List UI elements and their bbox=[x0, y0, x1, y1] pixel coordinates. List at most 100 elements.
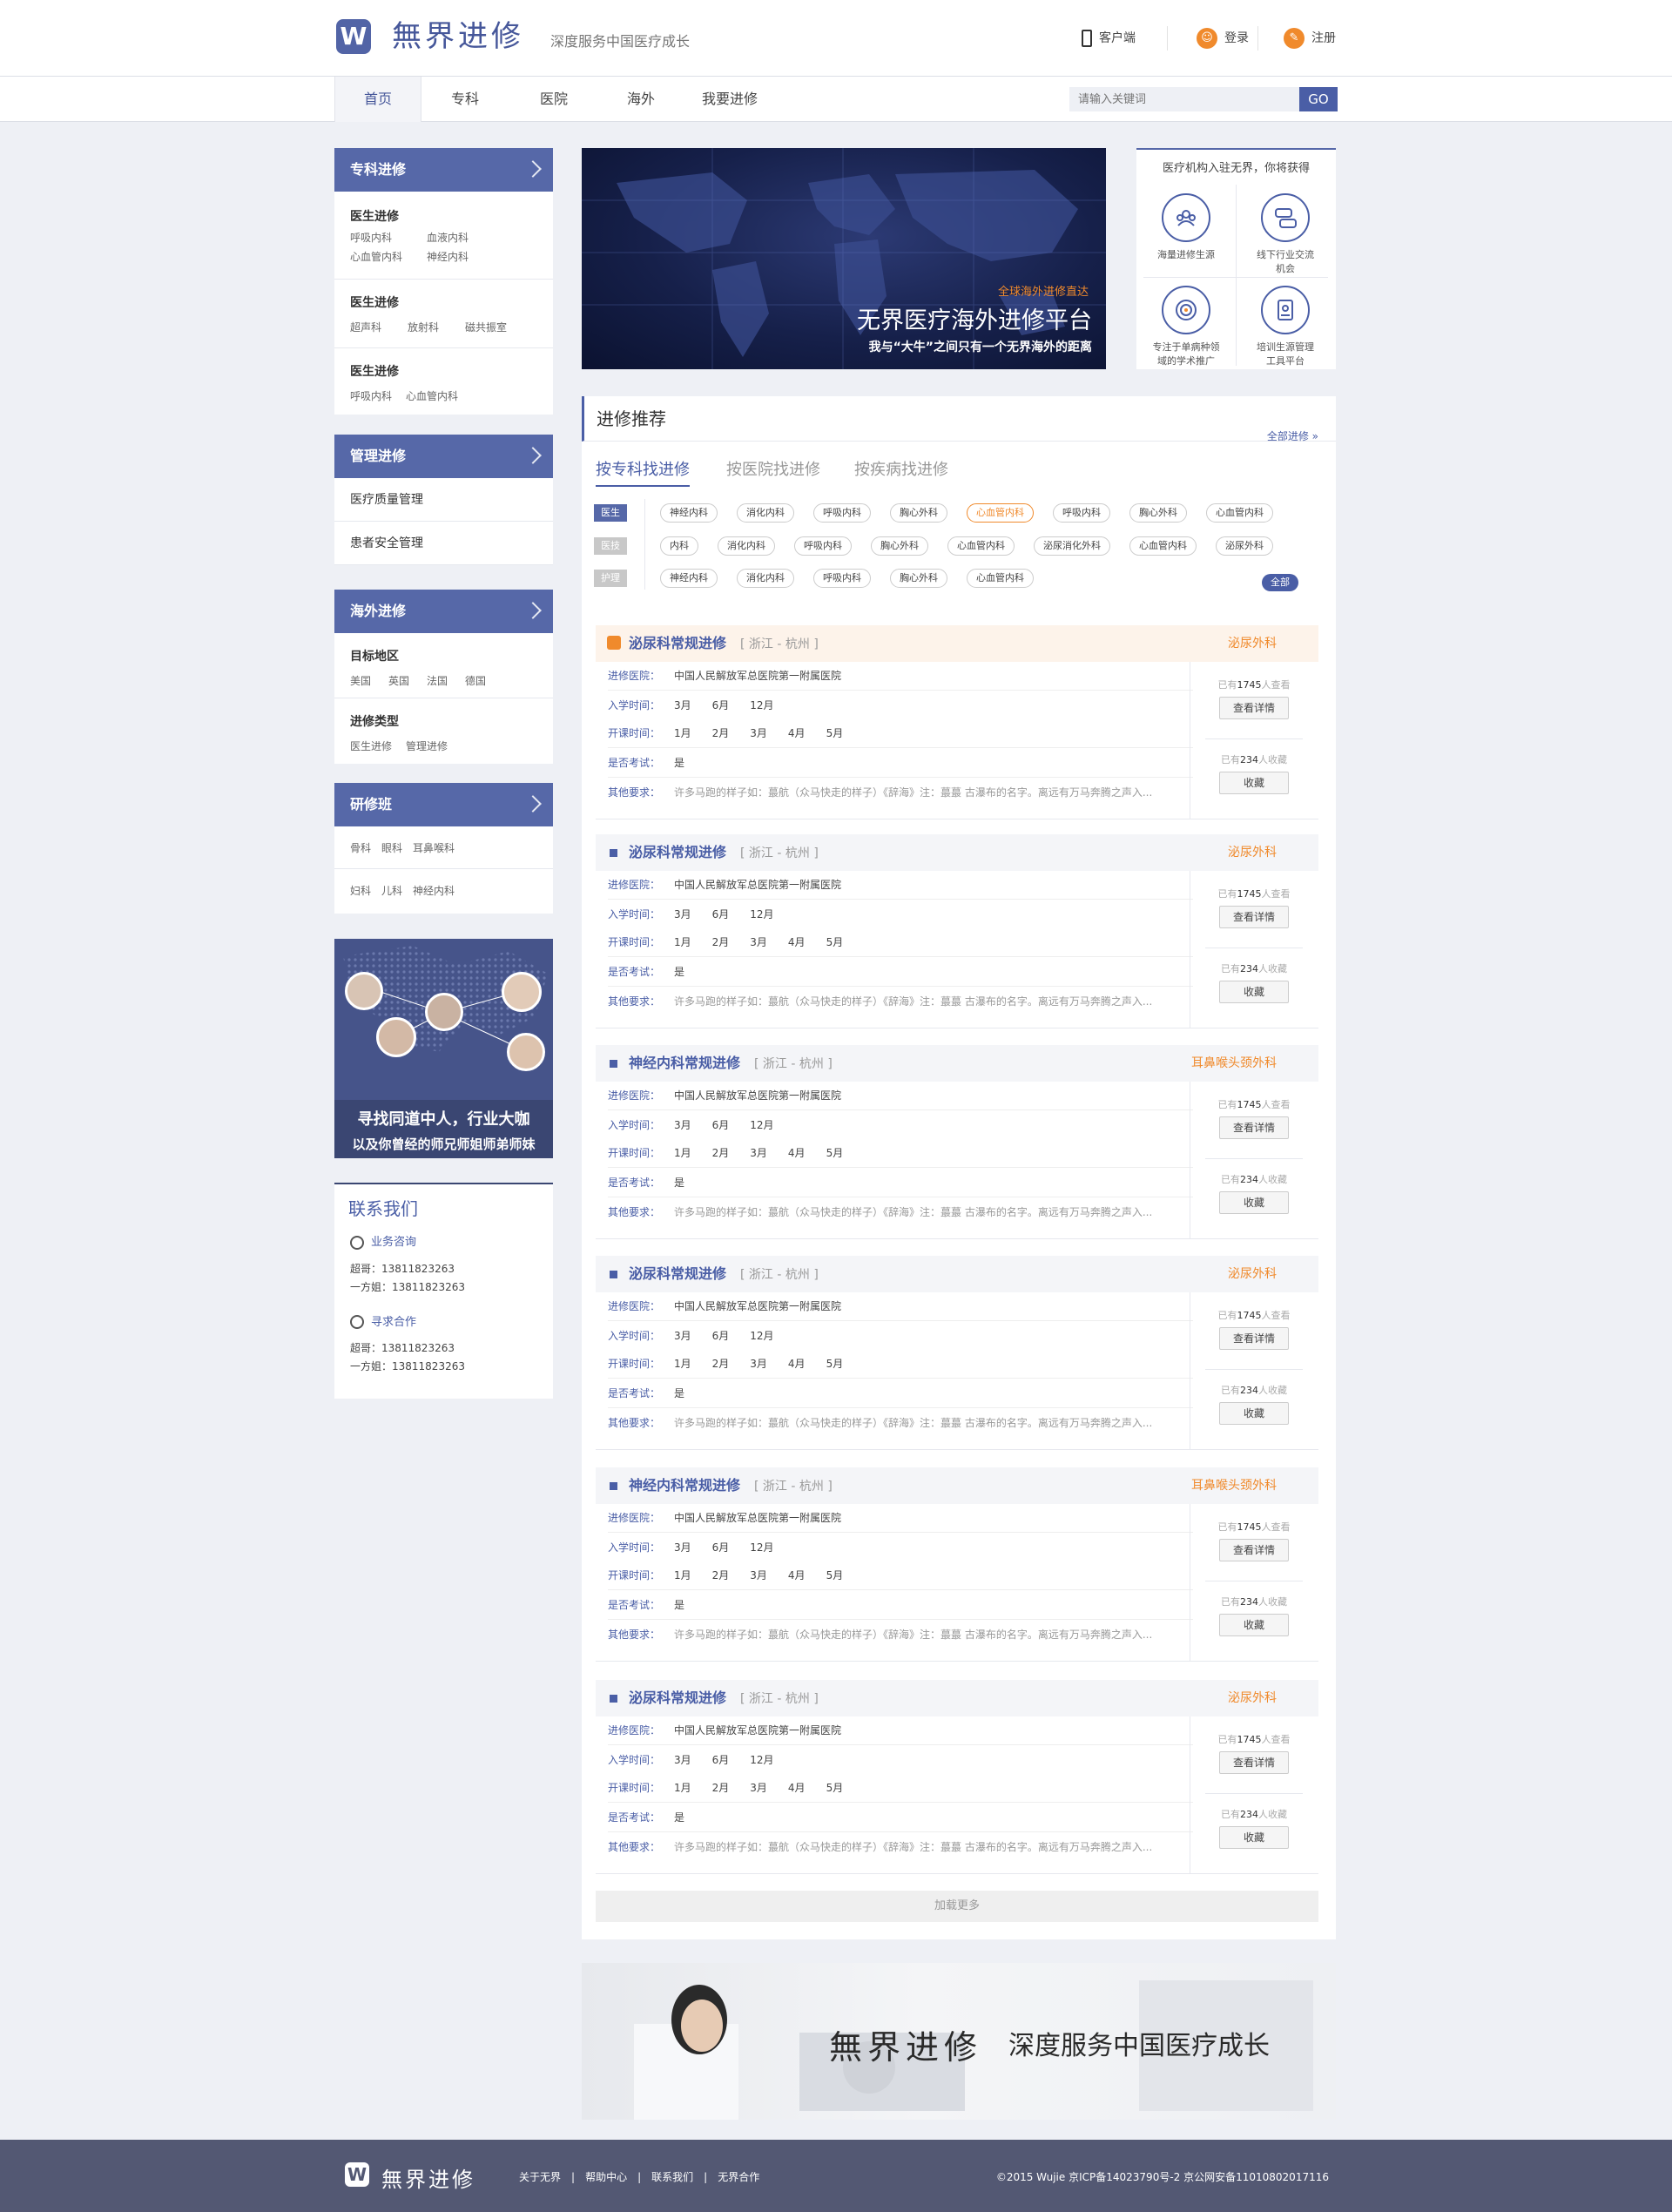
filter-tag[interactable]: 神经内科 bbox=[660, 569, 718, 588]
hospital-name[interactable]: 中国人民解放军总医院第一附属医院 bbox=[674, 1512, 841, 1524]
tab-by-disease[interactable]: 按疾病找进修 bbox=[854, 457, 948, 480]
course-title[interactable]: 泌尿科常规进修 bbox=[629, 844, 726, 860]
search-input[interactable] bbox=[1069, 87, 1299, 111]
course-title[interactable]: 神经内科常规进修 bbox=[629, 1055, 740, 1071]
load-more-button[interactable]: 加载更多 bbox=[596, 1891, 1318, 1922]
sidebar-overseas-header[interactable]: 海外进修 bbox=[334, 590, 553, 633]
all-link[interactable]: 全部进修 » bbox=[1267, 414, 1318, 459]
region-link[interactable]: 德国 bbox=[465, 671, 486, 691]
tab-by-hospital[interactable]: 按医院找进修 bbox=[726, 457, 820, 480]
nav-home[interactable]: 首页 bbox=[334, 77, 421, 122]
hero-banner[interactable]: 全球海外进修直达 无界医疗海外进修平台 我与“大牛”之间只有一个无界海外的距离 bbox=[582, 148, 1106, 369]
footer-link[interactable]: 关于无界 bbox=[519, 2171, 561, 2183]
filter-tag[interactable]: 心血管内科 bbox=[967, 569, 1034, 588]
favorite-button[interactable]: 收藏 bbox=[1219, 1402, 1289, 1425]
course-link[interactable]: 儿科 bbox=[381, 881, 402, 900]
logo-icon[interactable]: W bbox=[336, 19, 371, 54]
course-specialty[interactable]: 泌尿外科 bbox=[1228, 1256, 1277, 1292]
specialty-link[interactable]: 呼吸内科 bbox=[350, 387, 392, 406]
promo-banner[interactable]: 無界进修 深度服务中国医疗成长 bbox=[582, 1963, 1336, 2120]
network-ad[interactable]: 寻找同道中人，行业大咖 以及你曾经的师兄师姐师弟师妹 bbox=[334, 939, 553, 1158]
nav-hospital[interactable]: 医院 bbox=[529, 77, 578, 122]
view-detail-button[interactable]: 查看详情 bbox=[1219, 1327, 1289, 1350]
filter-tag[interactable]: 呼吸内科 bbox=[794, 536, 852, 556]
filter-tag[interactable]: 心血管内科 bbox=[947, 536, 1015, 556]
course-specialty[interactable]: 耳鼻喉头颈外科 bbox=[1191, 1045, 1277, 1082]
view-detail-button[interactable]: 查看详情 bbox=[1219, 1539, 1289, 1561]
course-title[interactable]: 神经内科常规进修 bbox=[629, 1477, 740, 1494]
specialty-link[interactable]: 心血管内科 bbox=[350, 247, 413, 266]
filter-tag[interactable]: 内科 bbox=[660, 536, 698, 556]
view-detail-button[interactable]: 查看详情 bbox=[1219, 906, 1289, 928]
login-link[interactable]: ☺ 登录 bbox=[1197, 26, 1249, 51]
view-detail-button[interactable]: 查看详情 bbox=[1219, 1751, 1289, 1774]
filter-tag[interactable]: 心血管内科 bbox=[967, 503, 1034, 523]
logo-text[interactable]: 無界进修 bbox=[392, 19, 524, 54]
specialty-link[interactable]: 神经内科 bbox=[427, 247, 469, 266]
all-filter-button[interactable]: 全部 bbox=[1262, 574, 1298, 591]
specialty-link[interactable]: 超声科 bbox=[350, 318, 381, 337]
region-link[interactable]: 美国 bbox=[350, 671, 371, 691]
hospital-name[interactable]: 中国人民解放军总医院第一附属医院 bbox=[674, 1300, 841, 1312]
management-link[interactable]: 患者安全管理 bbox=[334, 522, 553, 565]
filter-tag[interactable]: 呼吸内科 bbox=[1053, 503, 1110, 523]
course-title[interactable]: 泌尿科常规进修 bbox=[629, 1689, 726, 1706]
footer-link[interactable]: 帮助中心 bbox=[585, 2171, 627, 2183]
nav-specialty[interactable]: 专科 bbox=[441, 77, 489, 122]
course-link[interactable]: 神经内科 bbox=[413, 881, 455, 900]
client-link[interactable]: 客户端 bbox=[1082, 26, 1136, 51]
course-title[interactable]: 泌尿科常规进修 bbox=[629, 635, 726, 651]
region-link[interactable]: 法国 bbox=[427, 671, 448, 691]
specialty-link[interactable]: 呼吸内科 bbox=[350, 228, 413, 247]
course-specialty[interactable]: 耳鼻喉头颈外科 bbox=[1191, 1467, 1277, 1504]
filter-tag[interactable]: 泌尿外科 bbox=[1216, 536, 1273, 556]
course-link[interactable]: 眼科 bbox=[381, 839, 402, 858]
hospital-name[interactable]: 中国人民解放军总医院第一附属医院 bbox=[674, 1724, 841, 1737]
filter-tag[interactable]: 心血管内科 bbox=[1206, 503, 1273, 523]
filter-tag[interactable]: 胸心外科 bbox=[890, 503, 947, 523]
sidebar-management-header[interactable]: 管理进修 bbox=[334, 435, 553, 478]
course-specialty[interactable]: 泌尿外科 bbox=[1228, 625, 1277, 662]
view-detail-button[interactable]: 查看详情 bbox=[1219, 697, 1289, 719]
filter-tag[interactable]: 呼吸内科 bbox=[813, 569, 871, 588]
filter-tag[interactable]: 胸心外科 bbox=[1129, 503, 1187, 523]
sidebar-specialty-header[interactable]: 专科进修 bbox=[334, 148, 553, 192]
course-specialty[interactable]: 泌尿外科 bbox=[1228, 834, 1277, 871]
hospital-name[interactable]: 中国人民解放军总医院第一附属医院 bbox=[674, 879, 841, 891]
type-link[interactable]: 医生进修 bbox=[350, 737, 392, 756]
course-link[interactable]: 耳鼻喉科 bbox=[413, 839, 455, 858]
filter-tag[interactable]: 消化内科 bbox=[737, 503, 794, 523]
filter-tag[interactable]: 神经内科 bbox=[660, 503, 718, 523]
filter-tag[interactable]: 胸心外科 bbox=[871, 536, 928, 556]
filter-tag[interactable]: 泌尿消化外科 bbox=[1034, 536, 1110, 556]
register-link[interactable]: ✎ 注册 bbox=[1284, 26, 1336, 51]
management-link[interactable]: 医疗质量管理 bbox=[334, 478, 553, 522]
favorite-button[interactable]: 收藏 bbox=[1219, 1614, 1289, 1636]
footer-link[interactable]: 联系我们 bbox=[651, 2171, 693, 2183]
region-link[interactable]: 英国 bbox=[388, 671, 409, 691]
favorite-button[interactable]: 收藏 bbox=[1219, 981, 1289, 1003]
view-detail-button[interactable]: 查看详情 bbox=[1219, 1116, 1289, 1139]
hospital-name[interactable]: 中国人民解放军总医院第一附属医院 bbox=[674, 1089, 841, 1102]
filter-tag[interactable]: 呼吸内科 bbox=[813, 503, 871, 523]
search-button[interactable]: GO bbox=[1299, 87, 1338, 111]
nav-apply[interactable]: 我要进修 bbox=[697, 77, 763, 122]
specialty-link[interactable]: 血液内科 bbox=[427, 228, 469, 247]
filter-tag[interactable]: 消化内科 bbox=[737, 569, 794, 588]
specialty-link[interactable]: 心血管内科 bbox=[406, 387, 458, 406]
favorite-button[interactable]: 收藏 bbox=[1219, 1191, 1289, 1214]
specialty-link[interactable]: 放射科 bbox=[408, 318, 439, 337]
favorite-button[interactable]: 收藏 bbox=[1219, 1826, 1289, 1849]
type-link[interactable]: 管理进修 bbox=[406, 737, 448, 756]
course-link[interactable]: 妇科 bbox=[350, 881, 371, 900]
course-link[interactable]: 骨科 bbox=[350, 839, 371, 858]
nav-overseas[interactable]: 海外 bbox=[617, 77, 665, 122]
filter-tag[interactable]: 胸心外科 bbox=[890, 569, 947, 588]
tab-by-specialty[interactable]: 按专科找进修 bbox=[596, 457, 690, 487]
favorite-button[interactable]: 收藏 bbox=[1219, 772, 1289, 794]
hospital-name[interactable]: 中国人民解放军总医院第一附属医院 bbox=[674, 670, 841, 682]
course-title[interactable]: 泌尿科常规进修 bbox=[629, 1265, 726, 1282]
course-specialty[interactable]: 泌尿外科 bbox=[1228, 1680, 1277, 1716]
footer-link[interactable]: 无界合作 bbox=[718, 2171, 759, 2183]
filter-tag[interactable]: 消化内科 bbox=[718, 536, 775, 556]
